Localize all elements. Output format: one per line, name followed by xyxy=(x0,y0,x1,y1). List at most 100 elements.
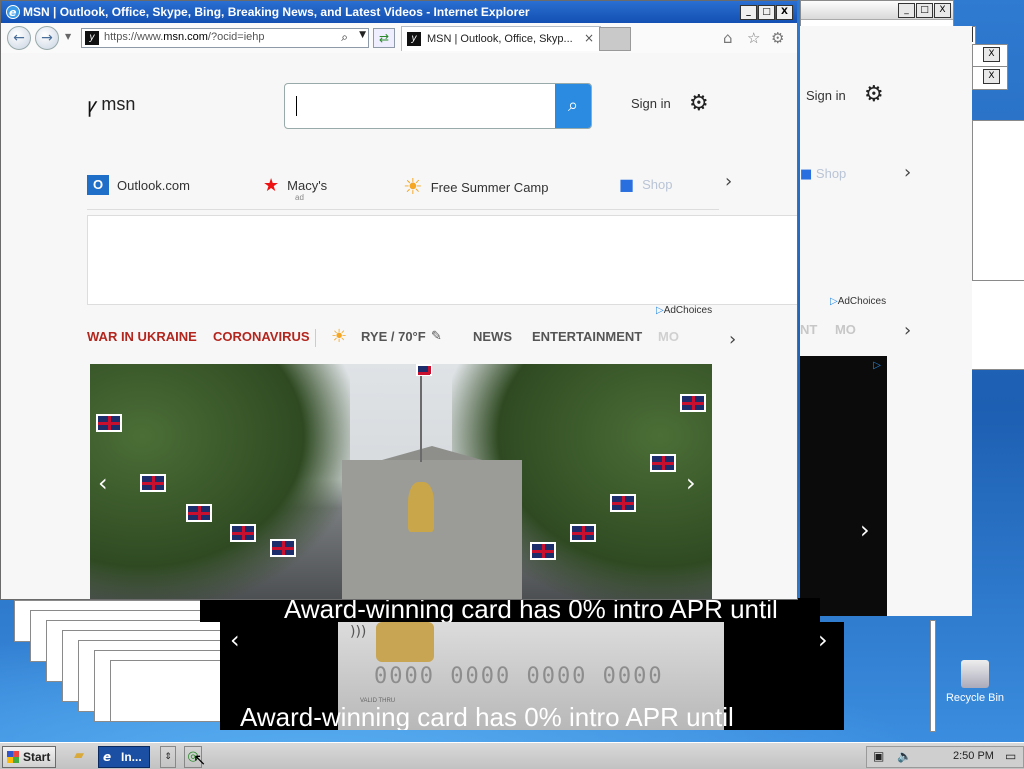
start-button[interactable]: Start xyxy=(2,746,56,768)
union-flag xyxy=(230,524,256,542)
card-ad-slide: ))) 0000 0000 0000 0000 VALID THRU ‹ › A… xyxy=(220,622,844,730)
forward-arrow-icon: → xyxy=(41,30,53,46)
nav-partial: NT MO xyxy=(800,322,856,337)
search-input[interactable] xyxy=(295,94,549,118)
nav-item-partial[interactable]: NT xyxy=(800,322,817,337)
quick-links-bar: O Outlook.com ★ Macy's ad ☀ Free Summer … xyxy=(87,171,719,210)
network-icon[interactable]: ▣ xyxy=(873,749,884,763)
nav-item-partial[interactable]: MO xyxy=(835,322,856,337)
adchoices-label: AdChoices xyxy=(837,296,887,307)
taskbar-ie-item[interactable]: e In... xyxy=(98,746,150,768)
hero-next-arrow[interactable]: › xyxy=(686,469,696,497)
msn-favicon-icon: y xyxy=(85,31,99,45)
hero-image[interactable]: ‹ › xyxy=(90,364,712,599)
back-button[interactable]: ← xyxy=(7,26,31,50)
nav-item-more[interactable]: MO xyxy=(658,329,679,344)
union-flag xyxy=(416,364,432,376)
card-ad-slide: Award-winning card has 0% intro APR unti… xyxy=(200,598,820,622)
close-button[interactable]: X xyxy=(983,47,1000,62)
adchoices-icon[interactable]: ▷ xyxy=(873,360,881,371)
forward-button[interactable]: → xyxy=(35,26,59,50)
maximize-button[interactable]: □ xyxy=(916,3,933,18)
shop-link[interactable]: ■ Shop xyxy=(800,166,846,182)
quicklink-outlook[interactable]: O Outlook.com xyxy=(87,175,190,195)
refresh-button[interactable]: ⇄ xyxy=(373,28,395,48)
tab-close-icon[interactable]: × xyxy=(584,31,594,45)
adchoices-label: AdChoices xyxy=(663,305,713,316)
quicklink-summer-camp[interactable]: ☀ Free Summer Camp xyxy=(403,175,548,200)
search-icon: ⌕ xyxy=(567,95,579,116)
close-button[interactable]: X xyxy=(983,69,1000,84)
favorites-star-icon[interactable]: ☆ xyxy=(747,29,760,47)
explorer-folder-icon[interactable]: ▰ xyxy=(68,746,90,766)
recycle-bin-label: Recycle Bin xyxy=(945,692,1005,704)
quicklink-label: Macy's xyxy=(287,178,328,193)
hero-prev-arrow[interactable]: ‹ xyxy=(98,469,108,497)
slide-next-arrow[interactable]: › xyxy=(818,626,828,654)
title-bar[interactable]: e MSN | Outlook, Office, Skype, Bing, Br… xyxy=(1,1,797,23)
settings-icon[interactable]: ⚙ xyxy=(864,82,884,107)
settings-icon[interactable]: ⚙ xyxy=(689,91,709,116)
minimize-button[interactable]: _ xyxy=(898,3,915,18)
search-box: ⌕ xyxy=(284,83,592,129)
edit-location-icon[interactable]: ✎ xyxy=(431,329,442,344)
address-search-icon[interactable]: ⌕ xyxy=(341,30,348,45)
sign-in-link[interactable]: Sign in xyxy=(631,96,671,111)
nav-item-entertainment[interactable]: ENTERTAINMENT xyxy=(532,329,642,344)
action-center-icon[interactable]: ▭ xyxy=(1005,749,1016,763)
address-bar[interactable]: y https://www.msn.com/?ocid=iehp ⌕ ▼ xyxy=(81,28,369,48)
ie-window: e MSN | Outlook, Office, Skype, Bing, Br… xyxy=(0,0,798,600)
msn-favicon-icon: y xyxy=(407,32,421,46)
home-icon[interactable]: ⌂ xyxy=(723,29,733,47)
card-chip xyxy=(376,622,434,662)
adchoices-link[interactable]: ▷AdChoices xyxy=(830,296,886,307)
msn-logo[interactable]: ꝩ msn xyxy=(87,91,135,118)
slide-caption: Award-winning card has 0% intro APR unti… xyxy=(284,598,778,622)
next-arrow-icon[interactable]: › xyxy=(860,516,870,544)
adchoices-link[interactable]: ▷AdChoices xyxy=(656,305,712,316)
card-number: 0000 0000 0000 0000 xyxy=(374,664,664,689)
history-dropdown-icon[interactable]: ▼ xyxy=(65,32,71,41)
quicklink-macys[interactable]: ★ Macy's ad xyxy=(263,175,328,202)
tools-gear-icon[interactable]: ⚙ xyxy=(771,29,784,47)
ghost-window-right: X xyxy=(972,44,1008,68)
nav-next-arrow-icon[interactable]: › xyxy=(729,329,736,350)
browser-tab[interactable]: y MSN | Outlook, Office, Skyp... × xyxy=(401,26,601,51)
recycle-bin[interactable]: Recycle Bin xyxy=(940,660,1010,704)
maximize-button[interactable]: □ xyxy=(758,5,775,20)
nav-item-weather[interactable]: RYE / 70°F xyxy=(361,329,426,344)
nav-item-coronavirus[interactable]: CORONAVIRUS xyxy=(213,329,310,344)
weather-icon: ☀ xyxy=(331,326,348,347)
taskbar-scroll-icon[interactable]: ⇕ xyxy=(160,746,176,768)
close-button[interactable]: X xyxy=(934,3,951,18)
gold-statue xyxy=(408,482,434,532)
sign-in-link[interactable]: Sign in xyxy=(806,88,846,103)
next-arrow-icon[interactable]: › xyxy=(904,162,911,183)
next-arrow-icon[interactable]: › xyxy=(904,320,911,341)
search-button[interactable]: ⌕ xyxy=(555,84,591,128)
nav-item-news[interactable]: NEWS xyxy=(473,329,512,344)
close-button[interactable]: X xyxy=(776,5,793,20)
msn-logo-text: msn xyxy=(101,94,136,114)
clock[interactable]: 2:50 PM xyxy=(953,750,994,762)
quicklinks-next-arrow-icon[interactable]: › xyxy=(725,171,732,192)
new-tab-button[interactable] xyxy=(599,27,631,51)
quicklink-shop[interactable]: ■ Shop xyxy=(619,175,673,194)
adchoices-icon: ▷ xyxy=(656,305,664,316)
slide-prev-arrow[interactable]: ‹ xyxy=(230,626,240,654)
slide-caption: Award-winning card has 0% intro APR unti… xyxy=(240,702,734,730)
minimize-button[interactable]: _ xyxy=(740,5,757,20)
internet-explorer-icon: e xyxy=(103,750,112,764)
adchoices-icon: ▷ xyxy=(830,296,838,307)
internet-explorer-icon: e xyxy=(6,5,20,19)
union-flag xyxy=(650,454,676,472)
volume-icon[interactable]: 🔈 xyxy=(897,749,912,763)
address-dropdown-icon[interactable]: ▼ xyxy=(359,30,366,40)
union-flag xyxy=(530,542,556,560)
union-flag xyxy=(270,539,296,557)
ghost-window-right: X xyxy=(972,66,1008,90)
start-label: Start xyxy=(23,750,51,764)
nav-item-war-in-ukraine[interactable]: WAR IN UKRAINE xyxy=(87,329,197,344)
refresh-icon: ⇄ xyxy=(378,31,390,45)
text-caret xyxy=(296,96,297,116)
